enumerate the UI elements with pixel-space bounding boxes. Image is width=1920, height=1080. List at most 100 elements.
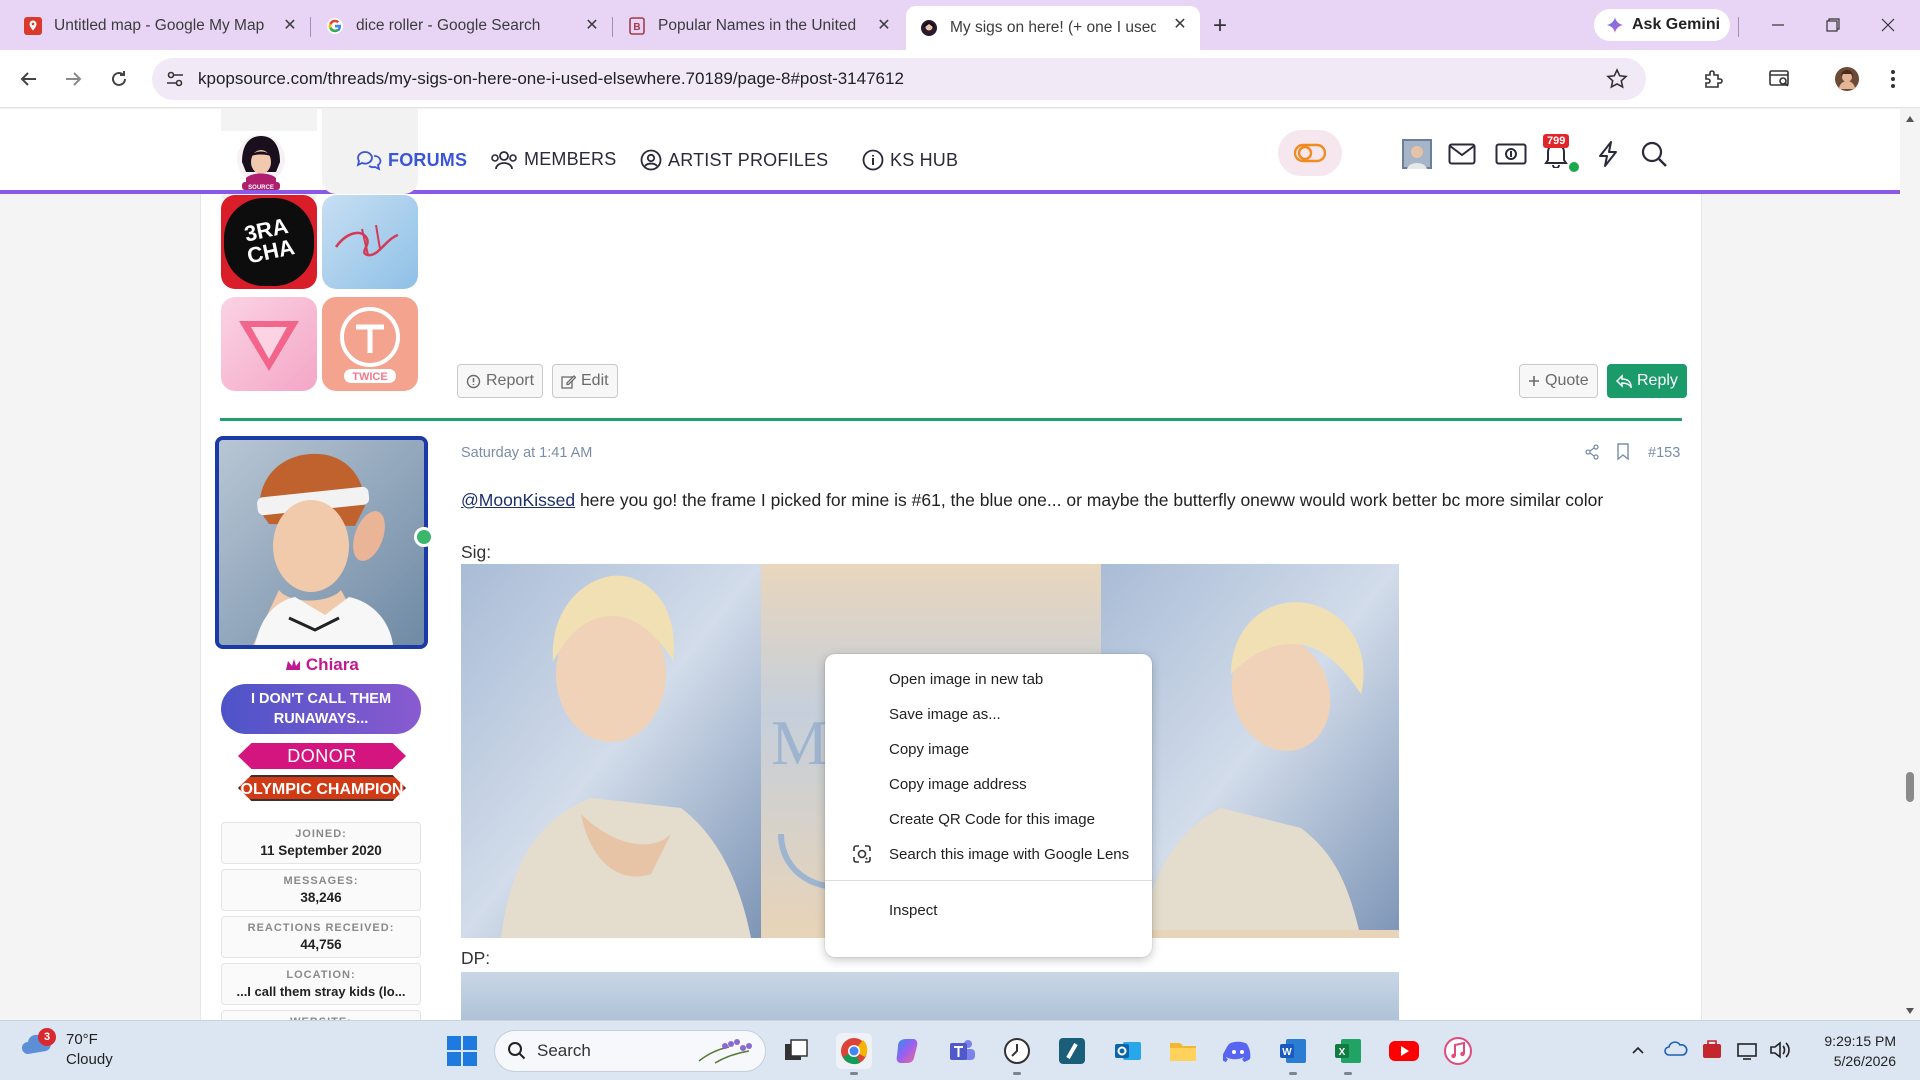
teams-app-icon[interactable]	[944, 1033, 980, 1069]
tab-title: Popular Names in the United States	[658, 16, 858, 34]
copilot-app-icon[interactable]	[890, 1033, 926, 1069]
edit-label: Edit	[581, 372, 609, 389]
excel-app-icon[interactable]: X	[1330, 1033, 1366, 1075]
forward-arrow-icon[interactable]	[58, 64, 88, 94]
menu-create-qr-code[interactable]: Create QR Code for this image	[825, 802, 1152, 837]
onedrive-sync-icon[interactable]	[1664, 1035, 1688, 1065]
search-icon[interactable]	[1637, 137, 1671, 171]
lightning-icon[interactable]	[1591, 137, 1625, 171]
chevron-up-icon[interactable]	[1630, 1035, 1646, 1065]
sig-icon-seventeen	[221, 297, 317, 391]
file-explorer-app-icon[interactable]	[1165, 1033, 1201, 1069]
stat-value: ...I call them stray kids (lo...	[236, 984, 406, 999]
tab-current-thread[interactable]: My sigs on here! (+ one I used elsewhere…	[906, 6, 1200, 50]
tab-google-search[interactable]: dice roller - Google Search ✕	[312, 7, 612, 44]
extensions-puzzle-icon[interactable]	[1698, 64, 1728, 94]
crown-icon	[285, 658, 301, 672]
reply-button[interactable]: Reply	[1607, 364, 1687, 398]
report-button[interactable]: Report	[457, 364, 544, 398]
taskbar-clock[interactable]: 9:29:15 PM 5/26/2026	[1800, 1031, 1896, 1071]
stat-key: REACTIONS RECEIVED:	[247, 922, 395, 934]
user-avatar[interactable]	[215, 436, 428, 649]
post-divider	[220, 418, 1682, 421]
close-window-icon[interactable]	[1870, 10, 1906, 40]
scroll-down-arrow-icon[interactable]	[1905, 1007, 1915, 1015]
chrome-app-icon[interactable]	[836, 1033, 872, 1075]
menu-copy-image-address[interactable]: Copy image address	[825, 767, 1152, 802]
menu-copy-image[interactable]: Copy image	[825, 732, 1152, 767]
menu-inspect[interactable]: Inspect	[825, 893, 1152, 928]
nav-forums[interactable]: FORUMS	[356, 149, 467, 171]
profile-avatar[interactable]	[1832, 64, 1862, 94]
close-icon[interactable]: ✕	[1170, 14, 1190, 34]
close-icon[interactable]: ✕	[874, 15, 894, 35]
bookmark-b-icon: B	[628, 16, 646, 35]
menu-save-image-as[interactable]: Save image as...	[825, 697, 1152, 732]
windows-start-icon[interactable]	[446, 1035, 478, 1067]
post-number[interactable]: #153	[1648, 445, 1680, 461]
tab-google-maps[interactable]: Untitled map - Google My Maps ✕	[10, 7, 310, 44]
tab-popular-names[interactable]: B Popular Names in the United States ✕	[614, 7, 904, 44]
google-maps-icon	[24, 16, 42, 35]
stat-reactions: REACTIONS RECEIVED: 44,756	[221, 916, 421, 958]
nav-ks-hub[interactable]: KS HUB	[862, 149, 958, 171]
stat-value: 38,246	[300, 890, 342, 905]
menu-kebab-icon[interactable]	[1878, 64, 1908, 94]
stat-joined: JOINED: 11 September 2020	[221, 822, 421, 864]
stick-app-icon[interactable]	[1054, 1033, 1090, 1069]
clock-app-icon[interactable]	[999, 1033, 1035, 1075]
youtube-app-icon[interactable]	[1386, 1033, 1422, 1069]
scrollbar-thumb[interactable]	[1906, 772, 1914, 802]
tab-search-icon[interactable]	[1765, 64, 1795, 94]
back-arrow-icon[interactable]	[14, 64, 44, 94]
address-bar[interactable]: kpopsource.com/threads/my-sigs-on-here-o…	[152, 58, 1646, 100]
share-icon[interactable]	[1584, 444, 1600, 460]
chat-bubbles-icon	[356, 149, 382, 171]
menu-open-image-new-tab[interactable]: Open image in new tab	[825, 662, 1152, 697]
dp-image[interactable]	[461, 972, 1399, 1020]
google-icon	[326, 17, 344, 35]
username[interactable]: Chiara	[222, 655, 422, 675]
stat-value: 11 September 2020	[260, 843, 382, 858]
quote-button[interactable]: Quote	[1519, 364, 1598, 398]
nav-artist-profiles[interactable]: ARTIST PROFILES	[640, 149, 828, 171]
bookmark-star-icon[interactable]	[1606, 68, 1628, 90]
itunes-app-icon[interactable]	[1440, 1033, 1476, 1069]
app-tray-icon[interactable]	[1700, 1035, 1724, 1065]
theme-toggle[interactable]	[1278, 130, 1342, 176]
display-network-icon[interactable]	[1736, 1035, 1760, 1065]
taskbar-search[interactable]: Search	[494, 1030, 766, 1072]
volume-icon[interactable]	[1768, 1035, 1792, 1065]
nav-members[interactable]: MEMBERS	[490, 149, 616, 170]
online-status-icon	[414, 527, 434, 547]
scroll-up-arrow-icon[interactable]	[1905, 115, 1915, 123]
post-date[interactable]: Saturday at 1:41 AM	[461, 445, 592, 461]
edit-button[interactable]: Edit	[552, 364, 618, 398]
outlook-app-icon[interactable]	[1110, 1033, 1146, 1069]
lavender-decoration-icon	[695, 1037, 755, 1065]
ask-gemini-button[interactable]: Ask Gemini	[1594, 9, 1730, 41]
file-manager-app-icon[interactable]	[778, 1033, 814, 1069]
stat-key: JOINED:	[295, 828, 347, 840]
user-avatar-small[interactable]	[1400, 137, 1434, 171]
weather-widget[interactable]: 3 70°F Cloudy	[20, 1028, 113, 1070]
new-tab-button[interactable]: +	[1206, 12, 1234, 40]
gemini-sparkle-icon	[1607, 17, 1623, 33]
discord-app-icon[interactable]	[1220, 1033, 1256, 1069]
close-icon[interactable]: ✕	[280, 15, 300, 35]
minimize-icon[interactable]	[1760, 10, 1796, 40]
envelope-icon[interactable]	[1445, 137, 1479, 171]
sig-icon-3racha: 3RA CHA	[221, 195, 317, 289]
page-scrollbar[interactable]	[1900, 109, 1920, 1020]
bookmark-icon[interactable]	[1616, 443, 1630, 461]
kpopsource-logo[interactable]: SOURCE	[232, 132, 290, 192]
site-info-icon[interactable]	[164, 68, 186, 90]
money-icon[interactable]	[1494, 137, 1528, 171]
reload-icon[interactable]	[104, 64, 134, 94]
google-lens-icon	[853, 845, 871, 863]
word-app-icon[interactable]: W	[1275, 1033, 1311, 1075]
restore-icon[interactable]	[1815, 10, 1851, 40]
close-icon[interactable]: ✕	[582, 15, 602, 35]
menu-search-google-lens[interactable]: Search this image with Google Lens	[825, 837, 1152, 872]
user-mention-link[interactable]: @MoonKissed	[461, 490, 575, 510]
